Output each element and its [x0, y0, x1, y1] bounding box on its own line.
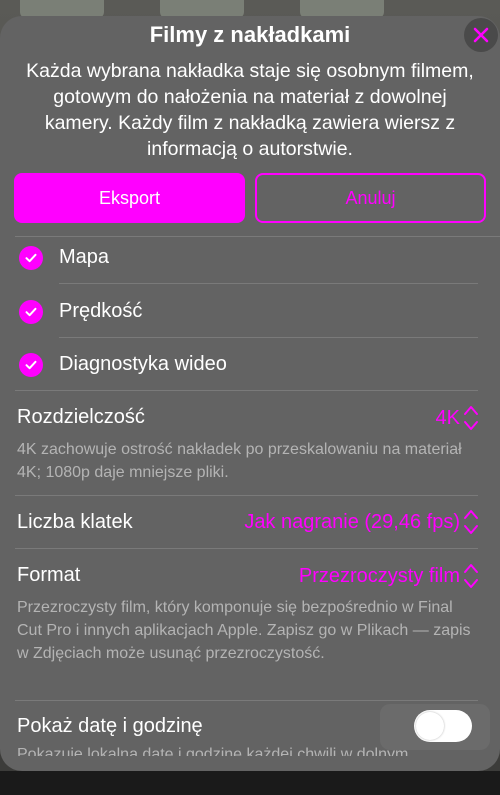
- overlay-option-label: Prędkość: [59, 300, 143, 322]
- format-help-text: Przezroczysty film, który komponuje się …: [17, 599, 471, 662]
- overlay-export-sheet: Filmy z nakładkami Każda wybrana nakładk…: [0, 16, 500, 771]
- format-value: Przezroczysty film: [298, 564, 460, 587]
- sheet-title: Filmy z nakładkami: [149, 22, 351, 47]
- overlay-option-map[interactable]: Mapa: [0, 231, 500, 284]
- overlay-option-label: Mapa: [59, 246, 110, 268]
- divider: [15, 390, 478, 391]
- overlay-option-speed[interactable]: Prędkość: [0, 285, 500, 338]
- resolution-help-text: 4K zachowuje ostrość nakładek po przeska…: [17, 441, 462, 481]
- chevron-up-down-icon: [464, 406, 478, 430]
- checkmark-icon: [19, 352, 43, 377]
- divider: [59, 283, 478, 284]
- format-picker[interactable]: Przezroczysty film: [299, 561, 480, 591]
- show-datetime-help-text: Pokazuje lokalną datę i godzinę każdej c…: [17, 746, 409, 756]
- divider: [15, 700, 478, 701]
- cancel-button[interactable]: Anuluj: [255, 173, 486, 223]
- show-datetime-label: Pokaż datę i godzinę: [17, 715, 203, 737]
- divider: [15, 548, 478, 549]
- format-label: Format: [17, 564, 81, 586]
- checkmark-icon: [19, 299, 43, 324]
- resolution-picker[interactable]: 4K: [436, 403, 480, 433]
- show-datetime-toggle[interactable]: [414, 710, 472, 742]
- divider: [15, 495, 478, 496]
- chevron-up-down-icon: [464, 510, 478, 534]
- resolution-label: Rozdzielczość: [17, 406, 145, 428]
- sheet-description: Każda wybrana nakładka staje się osobnym…: [26, 60, 474, 160]
- overlay-option-video-diagnostics[interactable]: Diagnostyka wideo: [0, 338, 500, 391]
- frame-rate-value: Jak nagranie (29,46 fps): [244, 510, 460, 533]
- frame-rate-label: Liczba klatek: [17, 511, 133, 533]
- resolution-value: 4K: [435, 406, 460, 429]
- frame-rate-picker[interactable]: Jak nagranie (29,46 fps): [244, 507, 480, 537]
- checkmark-icon: [19, 245, 43, 270]
- toggle-knob: [416, 712, 444, 740]
- chevron-up-down-icon: [464, 564, 478, 588]
- bottom-safe-area: [0, 771, 500, 795]
- overlay-option-label: Diagnostyka wideo: [59, 353, 227, 375]
- export-button[interactable]: Eksport: [14, 173, 245, 223]
